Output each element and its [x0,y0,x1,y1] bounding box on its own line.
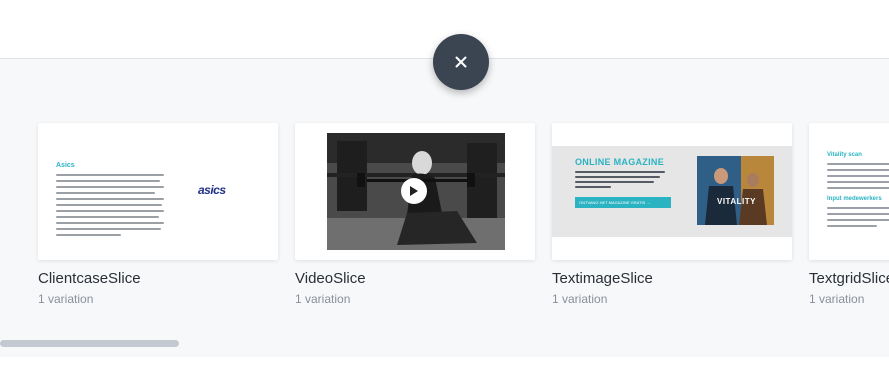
slice-name: VideoSlice [295,270,366,287]
bottom-area [0,357,889,379]
slice-preview-clientcase[interactable]: Asics asics [38,123,278,260]
preview-text-block [575,171,665,191]
magazine-cover-title: VITALITY [717,197,756,206]
slice-card-textgrid[interactable]: Vitality scan Input medewerkers Textgrid… [809,123,889,306]
slice-card-video[interactable]: VideoSlice 1 variation [295,123,535,306]
slice-preview-textgrid[interactable]: Vitality scan Input medewerkers [809,123,889,260]
preview-heading: Vitality scan [827,152,862,158]
slice-card-textimage[interactable]: ONLINE MAGAZINE ONTVANG HET MAGAZINE GRA… [552,123,792,306]
slice-preview-video[interactable] [295,123,535,260]
preview-text-block [56,174,164,240]
slice-preview-textimage[interactable]: ONLINE MAGAZINE ONTVANG HET MAGAZINE GRA… [552,123,792,260]
slice-variation-count: 1 variation [552,292,608,306]
slice-variation-count: 1 variation [809,292,865,306]
preview-cta-button: ONTVANG HET MAGAZINE GRATIS → [575,197,671,208]
preview-text-block [827,163,889,193]
slice-variation-count: 1 variation [295,292,351,306]
preview-heading: Input medewerkers [827,196,882,202]
slice-name: TextimageSlice [552,270,653,287]
slice-name: TextgridSlice [809,270,889,287]
play-button[interactable] [401,178,427,204]
preview-heading: Asics [56,162,75,169]
horizontal-scrollbar-thumb[interactable] [0,340,179,347]
slice-variation-count: 1 variation [38,292,94,306]
magazine-cover-image: VITALITY [697,156,774,225]
close-icon [455,56,467,68]
slice-picker-screen: Asics asics ClientcaseSlice 1 variation [0,0,889,379]
preview-text-block [827,207,889,231]
preview-heading: ONLINE MAGAZINE [575,157,664,167]
close-button[interactable] [433,34,489,90]
play-icon [410,186,418,196]
asics-logo: asics [198,183,226,197]
slice-card-clientcase[interactable]: Asics asics ClientcaseSlice 1 variation [38,123,278,306]
slice-name: ClientcaseSlice [38,270,141,287]
